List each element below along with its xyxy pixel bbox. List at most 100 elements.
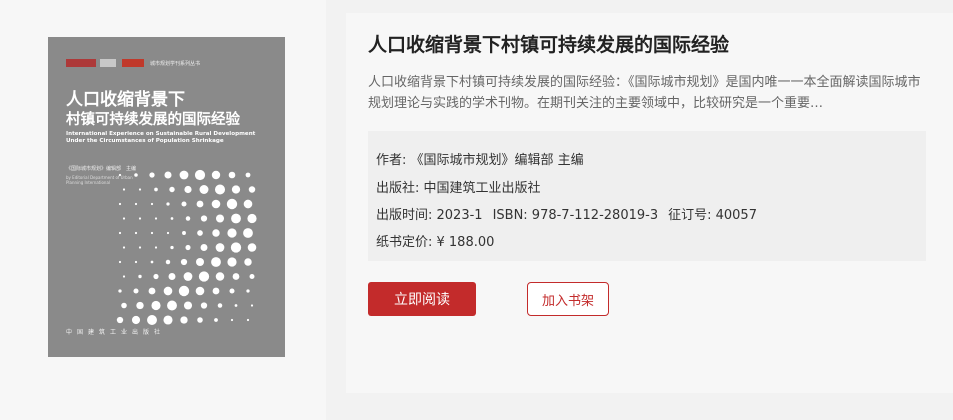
cover-dot xyxy=(211,170,221,180)
cover-dot xyxy=(195,257,205,267)
cover-dot xyxy=(196,200,204,208)
cover-dot xyxy=(246,318,250,322)
cover-dot xyxy=(200,215,208,222)
cover-dot xyxy=(136,301,144,310)
add-to-shelf-button[interactable]: 加入书架 xyxy=(527,282,609,316)
book-title[interactable]: 人口收缩背景下村镇可持续发展的国际经验 xyxy=(368,30,729,57)
cover-dot xyxy=(165,259,171,265)
cover-dot xyxy=(134,260,138,264)
cover-dot xyxy=(170,245,174,250)
cover-dot xyxy=(116,316,124,324)
cover-dot xyxy=(198,271,210,282)
cover-dot xyxy=(154,217,158,220)
cover-dot xyxy=(181,201,187,207)
cover-dot xyxy=(122,275,126,278)
cover-dot xyxy=(134,173,138,177)
cover-dot xyxy=(195,286,205,296)
cover-dot xyxy=(200,302,208,309)
book-description: 人口收缩背景下村镇可持续发展的国际经验：《国际城市规划》是国内唯一一本全面解读国… xyxy=(368,75,921,111)
cover-dot xyxy=(134,231,138,235)
cover-dot xyxy=(118,202,122,206)
cover-dot xyxy=(178,285,190,297)
cover-dot xyxy=(121,302,127,309)
cover-dot xyxy=(180,316,188,324)
cover-dot xyxy=(248,186,256,193)
cover-dot xyxy=(138,188,142,191)
pub-time: 出版时间: 2023-1 xyxy=(376,208,483,223)
cover-panel: 城市规划学刊系列丛书 人口收缩背景下 村镇可持续发展的国际经验 Internat… xyxy=(0,0,326,420)
book-meta-panel: 作者: 《国际城市规划》编辑部 主编 出版社: 中国建筑工业出版社 出版时间: … xyxy=(368,131,926,261)
cover-dot xyxy=(151,300,161,311)
price-row: 纸书定价: ¥ 188.00 xyxy=(376,235,495,250)
cover-dot xyxy=(166,202,170,206)
cover-dot xyxy=(150,202,154,206)
cover-dot xyxy=(246,289,250,293)
order-number: 征订号: 40057 xyxy=(668,208,757,223)
cover-dot xyxy=(231,213,241,224)
cover-dot xyxy=(199,185,209,194)
cover-dot xyxy=(122,188,126,191)
book-detail-card: 人口收缩背景下村镇可持续发展的国际经验 人口收缩背景下村镇可持续发展的国际经验：… xyxy=(346,13,953,393)
cover-dot xyxy=(243,199,253,209)
cover-dot xyxy=(138,217,142,220)
cover-dot xyxy=(118,173,122,177)
cover-dot xyxy=(166,231,170,235)
cover-dot xyxy=(185,216,191,221)
cover-dot xyxy=(227,228,237,238)
cover-dot xyxy=(250,304,254,307)
isbn: ISBN: 978-7-112-28019-3 xyxy=(492,208,659,223)
cover-dot xyxy=(197,317,203,323)
cover-dot xyxy=(167,300,177,311)
cover-dot xyxy=(230,242,242,253)
cover-dot xyxy=(212,229,220,237)
cover-dot xyxy=(138,274,142,279)
cover-dot xyxy=(169,186,175,193)
cover-dot xyxy=(244,258,252,266)
cover-dot xyxy=(230,318,234,322)
cover-dot xyxy=(168,273,176,280)
cover-dot xyxy=(170,217,174,220)
cover-dot xyxy=(217,303,223,308)
cover-dot xyxy=(231,185,241,194)
cover-dot xyxy=(229,288,235,294)
cover-dot xyxy=(197,230,203,236)
cover-dot xyxy=(185,244,191,251)
cover-dot xyxy=(163,315,173,325)
cover-dot xyxy=(183,301,193,310)
cover-dot xyxy=(154,187,158,192)
cover-dot xyxy=(164,171,172,179)
cover-dot xyxy=(214,184,226,195)
cover-dot xyxy=(249,274,255,279)
cover-dot xyxy=(212,287,220,295)
cover-dot xyxy=(215,243,225,252)
read-now-button[interactable]: 立即阅读 xyxy=(368,282,476,316)
cover-dot xyxy=(228,171,236,179)
cover-dot xyxy=(194,169,206,181)
cover-dot xyxy=(180,258,188,266)
cover-dot xyxy=(153,273,159,280)
cover-dot-pattern xyxy=(116,169,257,325)
cover-dot xyxy=(211,257,221,267)
cover-dot xyxy=(232,273,240,280)
book-cover[interactable]: 城市规划学刊系列丛书 人口收缩背景下 村镇可持续发展的国际经验 Internat… xyxy=(48,37,285,357)
cover-dot xyxy=(215,214,225,223)
cover-dot xyxy=(215,272,225,281)
cover-dot xyxy=(214,318,218,322)
cover-dot xyxy=(149,172,155,178)
cover-dot xyxy=(184,185,192,194)
cover-dot xyxy=(122,217,126,220)
cover-dot xyxy=(234,304,238,307)
publisher-row: 出版社: 中国建筑工业出版社 xyxy=(376,181,541,196)
cover-dot xyxy=(150,260,154,264)
cover-dot xyxy=(150,231,154,235)
cover-dot xyxy=(154,246,158,249)
cover-dot xyxy=(182,231,186,235)
cover-dot xyxy=(183,272,193,281)
cover-dot xyxy=(118,289,122,293)
cover-dot xyxy=(147,315,157,325)
pub-info-row: 出版时间: 2023-1 ISBN: 978-7-112-28019-3 征订号: … xyxy=(376,204,757,223)
cover-dot xyxy=(243,228,253,238)
cover-publisher: 中国建筑工业出版社 xyxy=(66,329,166,336)
author-row: 作者: 《国际城市规划》编辑部 主编 xyxy=(376,153,584,168)
cover-dot xyxy=(163,286,173,296)
